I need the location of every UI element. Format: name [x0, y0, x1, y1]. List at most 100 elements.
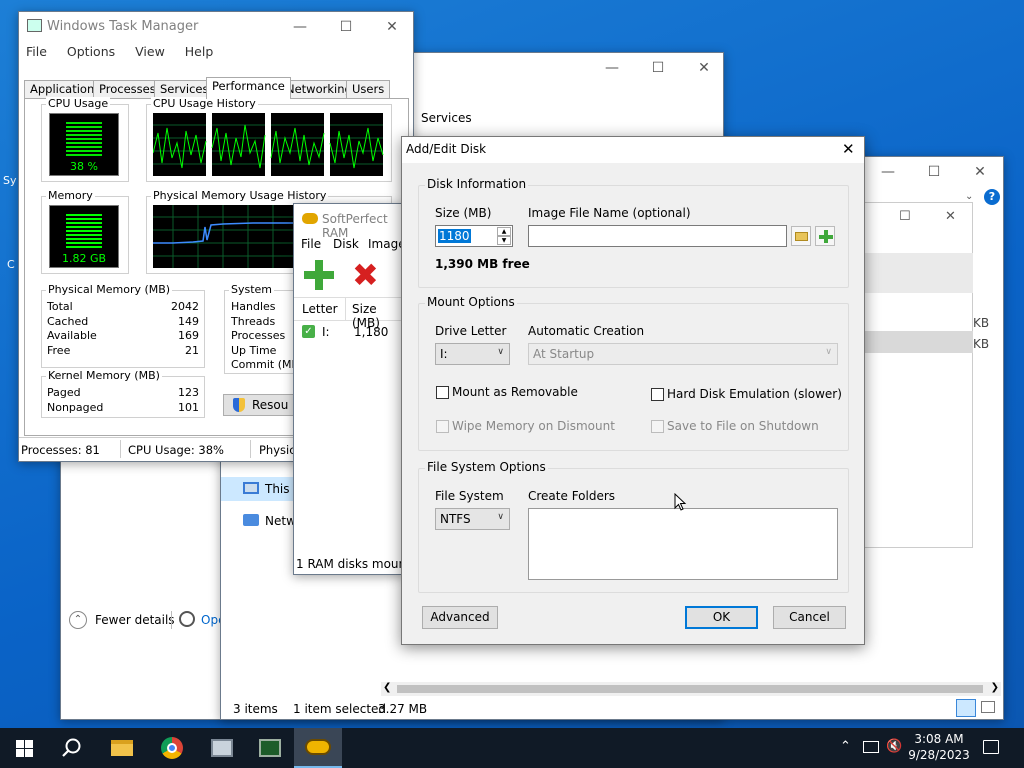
column-letter[interactable]: Letter — [302, 302, 338, 316]
details-view-icon[interactable] — [956, 699, 976, 717]
tab-users[interactable]: Users — [346, 80, 391, 99]
auto-creation-label: Automatic Creation — [528, 324, 645, 338]
size-label: Size (MB) — [435, 206, 492, 220]
resource-monitor-label: Resou — [252, 398, 289, 412]
fewer-details-icon[interactable]: ⌃ — [69, 611, 87, 629]
horizontal-scrollbar[interactable]: ❮ ❯ — [381, 682, 1001, 696]
menu-options[interactable]: Options — [67, 44, 115, 59]
desktop-label-1[interactable]: Sy — [3, 174, 17, 187]
cpu-meter: 38 % — [49, 113, 119, 176]
advanced-button[interactable]: Advanced — [422, 606, 498, 629]
ramdisk-menu-disk[interactable]: Disk — [333, 237, 359, 251]
chevron-down-icon: ∨ — [825, 347, 832, 357]
drive-letter-value: I: — [440, 347, 448, 361]
tab-performance[interactable]: Performance — [206, 77, 291, 99]
tab-services[interactable]: Services — [421, 111, 472, 125]
drive-letter-select[interactable]: I: ∨ — [435, 343, 510, 365]
close-button[interactable]: ✕ — [369, 12, 415, 42]
disk-information-title: Disk Information — [425, 177, 529, 191]
size-spin-up[interactable]: ▲ — [497, 227, 511, 236]
network-status-icon[interactable] — [863, 741, 879, 753]
scroll-left-icon[interactable]: ❮ — [383, 682, 391, 693]
create-folders-textarea[interactable] — [528, 508, 838, 580]
ramdisk-menu-file[interactable]: File — [301, 237, 321, 251]
inner-pane-maximize[interactable]: ☐ — [899, 209, 911, 224]
notification-icon[interactable] — [983, 740, 999, 754]
auto-creation-select[interactable]: At Startup ∨ — [528, 343, 838, 365]
close-button[interactable]: ✕ — [957, 157, 1003, 187]
menu-file[interactable]: File — [26, 44, 47, 59]
ramdisk-taskbar-button[interactable] — [294, 728, 342, 768]
ok-button[interactable]: OK — [685, 606, 758, 629]
hdd-emulation-checkbox[interactable] — [651, 388, 664, 401]
add-disk-icon[interactable] — [304, 260, 334, 290]
app-taskbar-button[interactable] — [198, 728, 246, 768]
file-explorer-taskbar-button[interactable] — [98, 728, 146, 768]
wipe-memory-label[interactable]: Wipe Memory on Dismount — [452, 419, 615, 433]
clock[interactable]: 3:08 AM 9/28/2023 — [904, 731, 974, 763]
image-file-label: Image File Name (optional) — [528, 206, 691, 220]
remove-disk-icon[interactable]: ✖ — [352, 259, 379, 291]
start-button[interactable] — [0, 728, 48, 768]
dialog-title: Add/Edit Disk — [406, 142, 487, 156]
maximize-button[interactable]: ☐ — [635, 53, 681, 83]
scroll-thumb[interactable] — [397, 685, 983, 693]
save-on-shutdown-label[interactable]: Save to File on Shutdown — [667, 419, 819, 433]
file-system-select[interactable]: NTFS ∨ — [435, 508, 510, 530]
cancel-button[interactable]: Cancel — [773, 606, 846, 629]
mount-removable-label[interactable]: Mount as Removable — [452, 385, 578, 399]
large-icons-view-icon[interactable] — [981, 701, 995, 713]
folder-icon — [111, 740, 133, 756]
chrome-taskbar-button[interactable] — [148, 728, 196, 768]
fewer-details-link[interactable]: Fewer details — [95, 613, 175, 627]
nav-network[interactable]: Netw — [265, 514, 296, 528]
maximize-button[interactable]: ☐ — [323, 12, 369, 42]
row-letter: I: — [322, 325, 330, 339]
ramdisk-menu-image[interactable]: Image — [368, 237, 406, 251]
inner-pane-close[interactable]: ✕ — [945, 209, 956, 224]
task-manager-taskbar-button[interactable] — [246, 728, 294, 768]
divider — [171, 611, 172, 629]
chevron-up-icon[interactable]: ⌃ — [840, 739, 851, 754]
memory-meter-fill — [66, 212, 102, 248]
pm-cached-row: Cached 149 — [47, 315, 199, 328]
pm-free-key: Free — [47, 344, 71, 357]
minimize-button[interactable]: — — [865, 157, 911, 187]
search-button[interactable] — [48, 728, 96, 768]
system-uptime: Up Time — [231, 344, 277, 357]
mount-options-title: Mount Options — [425, 295, 517, 309]
volume-muted-icon[interactable]: 🔇 — [886, 739, 902, 754]
close-button[interactable]: ✕ — [842, 140, 855, 158]
ramdisk-status: 1 RAM disks mounte — [296, 557, 419, 571]
scroll-right-icon[interactable]: ❯ — [991, 682, 999, 693]
status-cpu: CPU Usage: 38% — [128, 443, 224, 457]
taskbar: ⌃ 🔇 3:08 AM 9/28/2023 — [0, 728, 1024, 768]
monitor-app-icon — [211, 739, 233, 757]
menu-view[interactable]: View — [135, 44, 165, 59]
mouse-cursor-icon — [674, 493, 687, 511]
size-spin-down[interactable]: ▼ — [497, 236, 511, 245]
row-size: 1,180 — [354, 325, 389, 339]
browse-folder-icon[interactable] — [791, 226, 811, 246]
km-nonpaged-key: Nonpaged — [47, 401, 104, 414]
new-image-icon[interactable] — [815, 226, 835, 246]
pm-available-key: Available — [47, 329, 97, 342]
save-on-shutdown-checkbox[interactable] — [651, 420, 664, 433]
help-icon[interactable]: ? — [984, 189, 1000, 205]
hdd-emulation-label[interactable]: Hard Disk Emulation (slower) — [667, 387, 842, 401]
desktop-label-2[interactable]: C — [7, 258, 15, 271]
resource-monitor-icon[interactable] — [179, 611, 195, 627]
minimize-button[interactable]: — — [589, 53, 635, 83]
menu-help[interactable]: Help — [185, 44, 214, 59]
wipe-memory-checkbox[interactable] — [436, 420, 449, 433]
size-input[interactable]: 1180 ▲ ▼ — [435, 225, 513, 247]
mount-removable-checkbox[interactable] — [436, 386, 449, 399]
close-button[interactable]: ✕ — [681, 53, 727, 83]
image-file-input[interactable] — [528, 225, 787, 247]
file-system-label: File System — [435, 489, 504, 503]
maximize-button[interactable]: ☐ — [911, 157, 957, 187]
menu-bar: File Options View Help — [26, 44, 229, 59]
resource-monitor-button[interactable]: Resou — [223, 394, 297, 416]
chevron-down-icon[interactable]: ⌄ — [965, 191, 973, 202]
minimize-button[interactable]: — — [277, 12, 323, 42]
